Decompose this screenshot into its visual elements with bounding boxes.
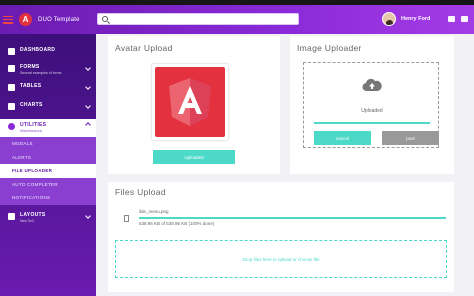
sidebar-item-sub: Several examples of forms	[20, 71, 62, 75]
chevron-down-icon	[85, 65, 91, 71]
sidebar-item-charts[interactable]: CHARTS	[0, 102, 96, 110]
sidebar-item-utilities[interactable]: UTILITIES Miscellaneous	[0, 119, 96, 137]
sidebar-subitem-alerts[interactable]: ALERTS	[0, 151, 96, 165]
sidebar-subitem-notifications[interactable]: NOTIFICATIONS	[0, 191, 96, 205]
cloud-upload-icon	[362, 78, 382, 92]
angular-logo-icon: A	[19, 13, 32, 26]
uploaded-button[interactable]: Uploaded	[153, 150, 235, 164]
user-menu[interactable]: Henry Ford	[382, 12, 430, 26]
sidebar-item-label: FORMS	[20, 64, 40, 70]
hamburger-menu-icon[interactable]	[3, 15, 13, 24]
sidebar-subitem-file-uploader[interactable]: FILE UPLOADER	[0, 164, 96, 178]
tables-icon	[8, 84, 15, 91]
charts-icon	[8, 103, 15, 110]
image-progress-bar	[314, 122, 430, 124]
file-icon	[124, 215, 129, 222]
app-title: DUO Template	[38, 16, 80, 23]
image-uploader-card: Image Uploader Uploaded cancel post	[290, 36, 454, 174]
sidebar-item-forms[interactable]: FORMS Several examples of forms	[0, 64, 96, 75]
utilities-icon	[8, 123, 15, 130]
angular-image	[155, 67, 225, 137]
file-meta: 538.96 KB of 538.96 KB (100% done)	[139, 221, 215, 226]
search-input[interactable]	[97, 13, 299, 25]
settings-icon[interactable]	[461, 16, 468, 22]
sidebar-item-sub: Nav/ 5x3	[20, 218, 34, 223]
forms-icon	[8, 65, 15, 72]
upload-status: Uploaded	[361, 108, 383, 114]
drop-zone-text: Drop files here to upload or choose file	[242, 256, 320, 262]
avatar-upload-card: Avatar Upload Uploaded	[108, 36, 280, 174]
sidebar: DASHBOARD FORMS Several examples of form…	[0, 34, 96, 296]
chevron-up-icon	[85, 122, 91, 128]
file-drop-zone[interactable]: Drop files here to upload or choose file	[115, 240, 447, 278]
sidebar-item-sub: Miscellaneous	[20, 129, 43, 133]
sidebar-item-label: UTILITIES	[20, 122, 47, 128]
utilities-submenu: MODALS ALERTS FILE UPLOADER AUTO COMPLET…	[0, 137, 96, 205]
sidebar-item-label: DASHBOARD	[20, 47, 56, 53]
avatar-preview	[152, 64, 228, 140]
chevron-down-icon	[85, 103, 91, 109]
file-name: ilde_menu.png	[139, 209, 169, 214]
avatar[interactable]	[382, 12, 396, 26]
chevron-down-icon	[85, 212, 91, 219]
cancel-button[interactable]: cancel	[314, 131, 371, 145]
file-progress-bar	[139, 217, 446, 219]
dashboard-icon	[8, 48, 15, 55]
layouts-icon	[8, 212, 15, 220]
sidebar-item-layouts[interactable]: LAYOUTS Nav/ 5x3	[0, 212, 96, 223]
card-title: Avatar Upload	[115, 43, 173, 53]
sidebar-item-label: TABLES	[20, 83, 42, 89]
chevron-down-icon	[85, 84, 91, 90]
sidebar-item-dashboard[interactable]: DASHBOARD	[0, 47, 96, 55]
sidebar-subitem-auto-completer[interactable]: AUTO COMPLETER	[0, 178, 96, 192]
sidebar-item-label: LAYOUTS	[20, 211, 46, 218]
card-title: Image Uploader	[297, 43, 362, 53]
card-title: Files Upload	[115, 187, 166, 197]
image-progress-track	[314, 122, 430, 124]
top-bar: A DUO Template Henry Ford	[0, 0, 474, 34]
file-progress-track	[139, 217, 446, 219]
sidebar-item-label: CHARTS	[20, 102, 43, 108]
image-drop-zone[interactable]: Uploaded cancel post	[303, 62, 439, 148]
user-name: Henry Ford	[401, 16, 431, 22]
mail-icon[interactable]	[448, 16, 455, 22]
post-button[interactable]: post	[382, 131, 439, 145]
sidebar-subitem-modals[interactable]: MODALS	[0, 137, 96, 151]
files-upload-card: Files Upload ilde_menu.png 538.96 KB of …	[108, 182, 454, 292]
angular-logo-icon	[169, 78, 211, 126]
sidebar-item-tables[interactable]: TABLES	[0, 83, 96, 91]
search-icon	[102, 16, 108, 22]
